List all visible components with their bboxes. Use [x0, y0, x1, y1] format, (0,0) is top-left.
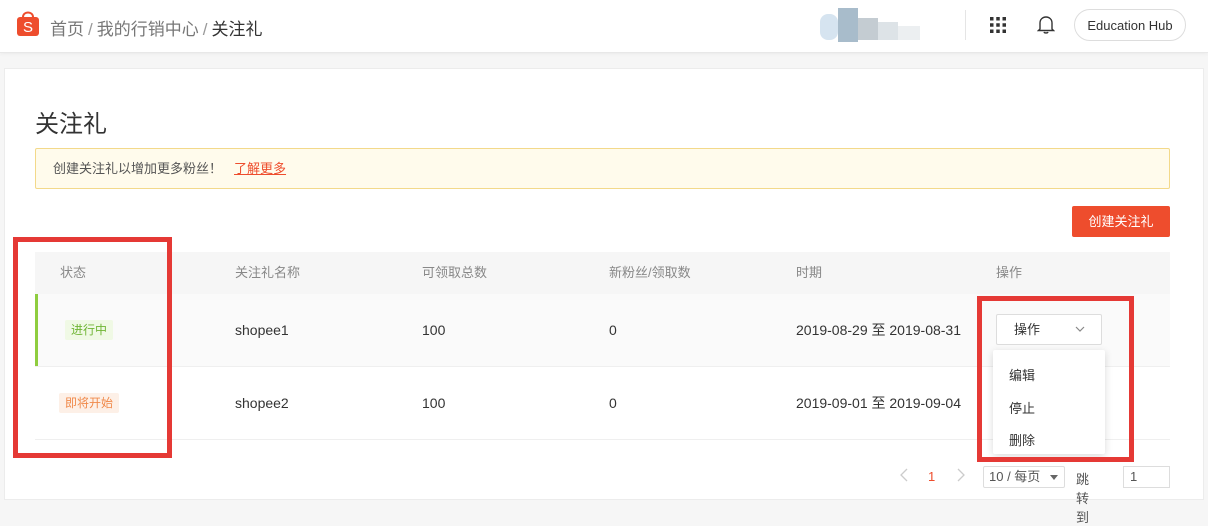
caret-down-icon	[1050, 475, 1058, 480]
breadcrumb-separator: /	[202, 20, 208, 39]
highlight-box-actions	[977, 296, 1134, 462]
column-header-new-fans: 新粉丝/领取数	[609, 265, 691, 280]
total-claimable: 100	[422, 395, 446, 411]
breadcrumb: 首页 / 我的行销中心 / 关注礼	[50, 15, 262, 40]
notice-text: 创建关注礼以增加更多粉丝！	[53, 161, 223, 176]
column-header-name: 关注礼名称	[235, 265, 301, 280]
chevron-right-icon[interactable]	[957, 468, 965, 482]
notice-banner: 创建关注礼以增加更多粉丝！ 了解更多	[35, 148, 1170, 189]
divider	[965, 10, 966, 40]
table-header: 状态 关注礼名称 可领取总数 新粉丝/领取数 时期 操作	[35, 252, 1170, 294]
breadcrumb-marketing-centre[interactable]: 我的行销中心	[97, 20, 199, 39]
page-number[interactable]: 1	[928, 469, 935, 484]
bell-icon[interactable]	[1037, 14, 1055, 34]
shopee-logo-icon[interactable]: S	[16, 9, 40, 37]
column-header-period: 时期	[796, 265, 823, 280]
jump-to-label: 跳转到	[1076, 472, 1090, 525]
new-fans-count: 0	[609, 322, 617, 338]
svg-text:S: S	[23, 19, 33, 36]
page-size-label: 10 / 每页	[989, 469, 1041, 484]
total-claimable: 100	[422, 322, 446, 338]
breadcrumb-home[interactable]: 首页	[50, 20, 84, 39]
period: 2019-09-01 至 2019-09-04	[796, 395, 962, 411]
learn-more-link[interactable]: 了解更多	[234, 161, 286, 176]
apps-grid-icon[interactable]	[989, 16, 1007, 34]
period: 2019-08-29 至 2019-08-31	[796, 322, 962, 338]
avatar[interactable]	[820, 8, 922, 42]
breadcrumb-current: 关注礼	[211, 20, 263, 39]
highlight-box-status	[13, 237, 172, 458]
page-title: 关注礼	[35, 111, 107, 138]
top-bar: S 首页 / 我的行销中心 / 关注礼 Education Hub	[0, 0, 1208, 53]
chevron-left-icon[interactable]	[900, 468, 908, 482]
column-header-total: 可领取总数	[422, 265, 488, 280]
education-hub-button[interactable]: Education Hub	[1074, 9, 1186, 41]
new-fans-count: 0	[609, 395, 617, 411]
prize-name: shopee1	[235, 322, 289, 338]
prize-name: shopee2	[235, 395, 289, 411]
column-header-action: 操作	[996, 265, 1023, 280]
breadcrumb-separator: /	[88, 20, 93, 39]
create-follow-prize-button[interactable]: 创建关注礼	[1072, 206, 1170, 237]
